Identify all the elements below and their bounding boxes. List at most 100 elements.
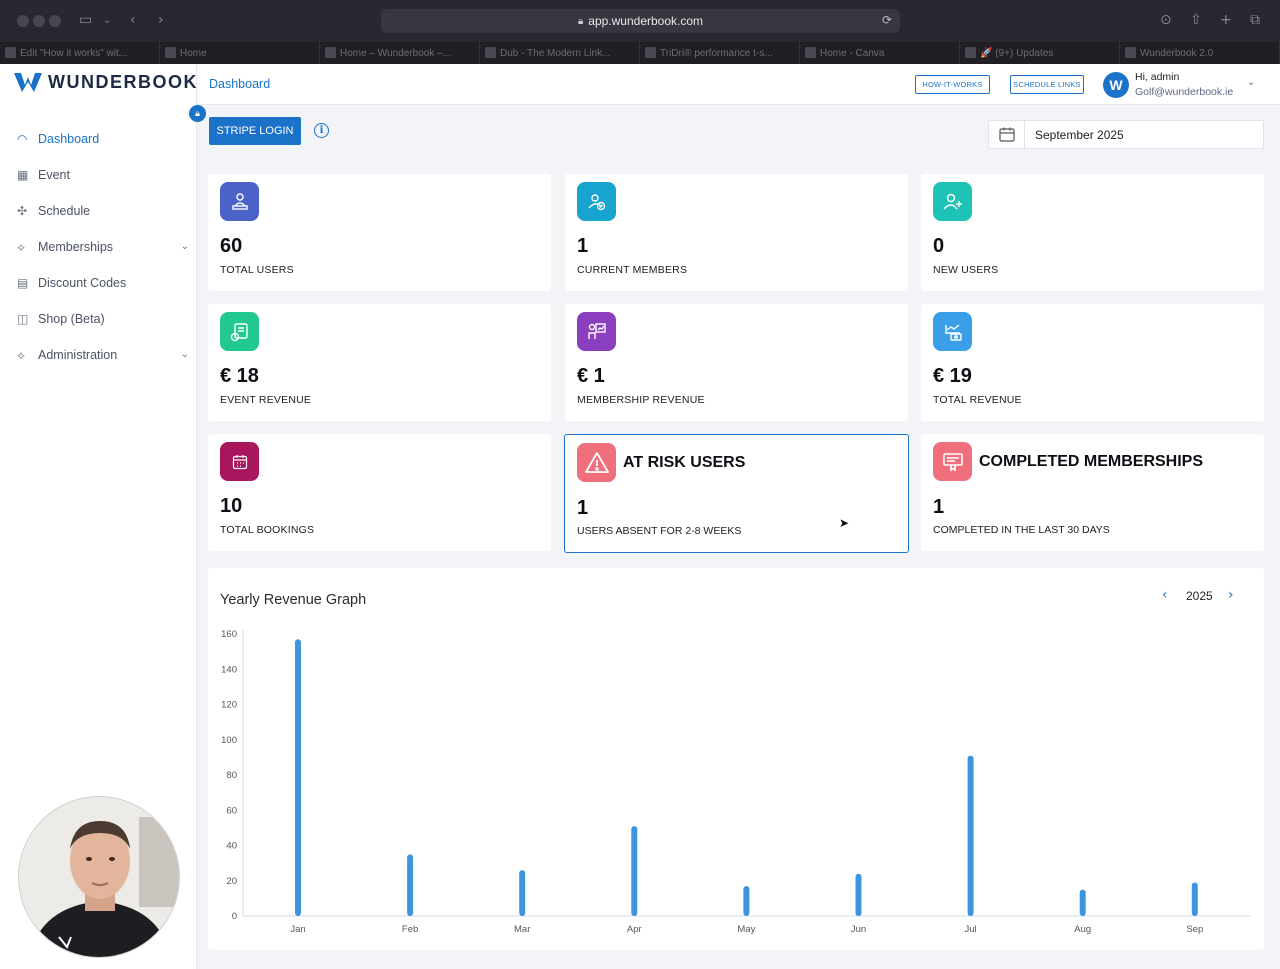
chevron-down-icon: ⌄ [180, 349, 189, 360]
add-user-icon [933, 182, 972, 221]
favicon-icon [805, 47, 816, 58]
favicon-icon [645, 47, 656, 58]
y-tick-label: 0 [232, 911, 237, 922]
stat-value: 60 [220, 235, 243, 257]
sidebar-item-administration[interactable]: ⟡ Administration ⌄ [0, 337, 197, 373]
stat-card-total-bookings[interactable]: 10 TOTAL BOOKINGS [208, 434, 551, 551]
y-tick-label: 160 [221, 629, 237, 640]
browser-tabbar: Edit "How it works" wit... Home Home – W… [0, 42, 1280, 64]
minimize-window-button[interactable] [33, 15, 45, 27]
sidebar-item-memberships[interactable]: ⟡ Memberships ⌄ [0, 229, 197, 265]
app-root: WUNDERBOOK ◠ Dashboard ▦ Event ✣ Schedul… [0, 64, 1280, 969]
sidebar-item-label: Shop (Beta) [38, 312, 105, 326]
stat-card-new-users[interactable]: 0 NEW USERS [921, 174, 1264, 291]
warning-icon [577, 443, 616, 482]
x-tick-label: May [737, 924, 755, 935]
browser-tab[interactable]: Home - Canva [800, 42, 960, 64]
month-picker[interactable]: September 2025 [988, 120, 1264, 149]
back-icon[interactable]: ‹ [130, 12, 136, 28]
avatar[interactable]: W [1103, 72, 1129, 98]
chevron-down-icon[interactable]: ⌄ [1247, 77, 1255, 88]
presentation-icon [577, 312, 616, 351]
yearly-revenue-panel: Yearly Revenue Graph ‹ 2025 › 0 20 40 60 80 1… [208, 568, 1264, 950]
chevron-down-icon[interactable]: ⌄ [103, 15, 111, 26]
sidebar-item-shop[interactable]: ◫ Shop (Beta) [0, 301, 197, 337]
tab-overview-icon[interactable]: ⧉ [1250, 12, 1260, 28]
how-it-works-button[interactable]: HOW-IT-WORKS [915, 75, 990, 94]
stat-card-current-members[interactable]: 1 CURRENT MEMBERS [565, 174, 908, 291]
favicon-icon [965, 47, 976, 58]
x-tick-label: Aug [1074, 924, 1091, 935]
topbar: Dashboard HOW-IT-WORKS SCHEDULE LINKS W … [197, 64, 1280, 105]
revenue-bar [1079, 889, 1086, 916]
y-tick-label: 140 [221, 664, 237, 675]
stat-card-total-revenue[interactable]: € 19 TOTAL REVENUE [921, 304, 1264, 421]
x-tick-label: Jun [851, 924, 866, 935]
sidebar-item-label: Dashboard [38, 132, 100, 146]
x-tick-label: Feb [402, 924, 418, 935]
info-icon[interactable]: i [314, 123, 329, 138]
stat-label: USERS ABSENT FOR 2-8 WEEKS [577, 525, 742, 537]
stat-value: 0 [933, 235, 945, 257]
user-desk-icon [220, 182, 259, 221]
breadcrumb[interactable]: Dashboard [209, 77, 270, 91]
stat-card-completed-memberships[interactable]: COMPLETED MEMBERSHIPS 1 COMPLETED IN THE… [921, 434, 1264, 551]
browser-tab[interactable]: 🚀 (9+) Updates [960, 42, 1120, 64]
sidebar-item-label: Schedule [38, 204, 91, 218]
schedule-links-button[interactable]: SCHEDULE LINKS [1010, 75, 1084, 94]
sidebar-item-schedule[interactable]: ✣ Schedule [0, 193, 197, 229]
brand-logo[interactable]: WUNDERBOOK [14, 70, 198, 94]
presenter-video [19, 797, 179, 957]
x-tick-label: Mar [514, 924, 530, 935]
revenue-chart-icon [933, 312, 972, 351]
y-tick-label: 80 [226, 770, 237, 781]
new-tab-icon[interactable]: + [1220, 12, 1232, 28]
sidebar-item-dashboard[interactable]: ◠ Dashboard [0, 121, 197, 157]
close-window-button[interactable] [17, 15, 29, 27]
sidebar-item-discount-codes[interactable]: ▤ Discount Codes [0, 265, 197, 301]
month-picker-value: September 2025 [1035, 128, 1124, 142]
stat-card-event-revenue[interactable]: € 18 EVENT REVENUE [208, 304, 551, 421]
sidebar-item-label: Administration [38, 348, 118, 362]
share-icon[interactable]: ⇧ [1190, 12, 1202, 28]
sidebar-lock-icon[interactable]: 🔒︎ [189, 105, 206, 122]
webcam-overlay [18, 796, 180, 958]
lock-icon: 🔒︎ [577, 15, 584, 27]
stripe-login-button[interactable]: STRIPE LOGIN [209, 117, 301, 145]
stat-label: TOTAL REVENUE [933, 394, 1022, 406]
browser-tab[interactable]: Wunderbook 2.0 [1120, 42, 1280, 64]
user-greeting: Hi, admin [1135, 71, 1180, 83]
user-email: Golf@wunderbook.ie [1135, 86, 1234, 98]
download-icon[interactable]: ⊙ [1160, 12, 1172, 28]
sidebar-item-event[interactable]: ▦ Event [0, 157, 197, 193]
browser-tab[interactable]: Edit "How it works" wit... [0, 42, 160, 64]
stat-value: € 19 [933, 365, 972, 387]
revenue-bar [407, 854, 414, 916]
stat-card-at-risk-users[interactable]: AT RISK USERS 1 USERS ABSENT FOR 2-8 WEE… [564, 434, 909, 553]
browser-tab[interactable]: Home [160, 42, 320, 64]
x-tick-label: Jul [965, 924, 977, 935]
stat-label: COMPLETED IN THE LAST 30 DAYS [933, 524, 1110, 536]
brand-name: WUNDERBOOK [48, 71, 198, 92]
calendar-icon[interactable] [989, 121, 1025, 148]
sidebar-toggle-icon[interactable]: ▭ [79, 12, 92, 28]
card-title: AT RISK USERS [623, 454, 746, 471]
calendar-icon: ▦ [17, 168, 29, 182]
browser-tab[interactable]: Dub - The Modern Link... [480, 42, 640, 64]
y-tick-label: 60 [226, 805, 237, 816]
stat-card-membership-revenue[interactable]: € 1 MEMBERSHIP REVENUE [565, 304, 908, 421]
member-check-icon [577, 182, 616, 221]
address-bar[interactable]: 🔒︎ app.wunderbook.com ⟳ [381, 9, 900, 33]
forward-icon[interactable]: › [158, 12, 164, 28]
sidebar-item-label: Memberships [38, 240, 114, 254]
reload-icon[interactable]: ⟳ [882, 13, 892, 27]
browser-tab[interactable]: Home – Wunderbook –... [320, 42, 480, 64]
y-tick-label: 20 [226, 876, 237, 887]
browser-tab[interactable]: TriDri® performance t-s... [640, 42, 800, 64]
revenue-bar [967, 755, 974, 916]
x-tick-label: Apr [627, 924, 642, 935]
stat-card-total-users[interactable]: 60 TOTAL USERS [208, 174, 551, 291]
sidebar-nav: ◠ Dashboard ▦ Event ✣ Schedule ⟡ Members… [0, 121, 197, 373]
sidebar-item-label: Discount Codes [38, 276, 127, 290]
zoom-window-button[interactable] [49, 15, 61, 27]
